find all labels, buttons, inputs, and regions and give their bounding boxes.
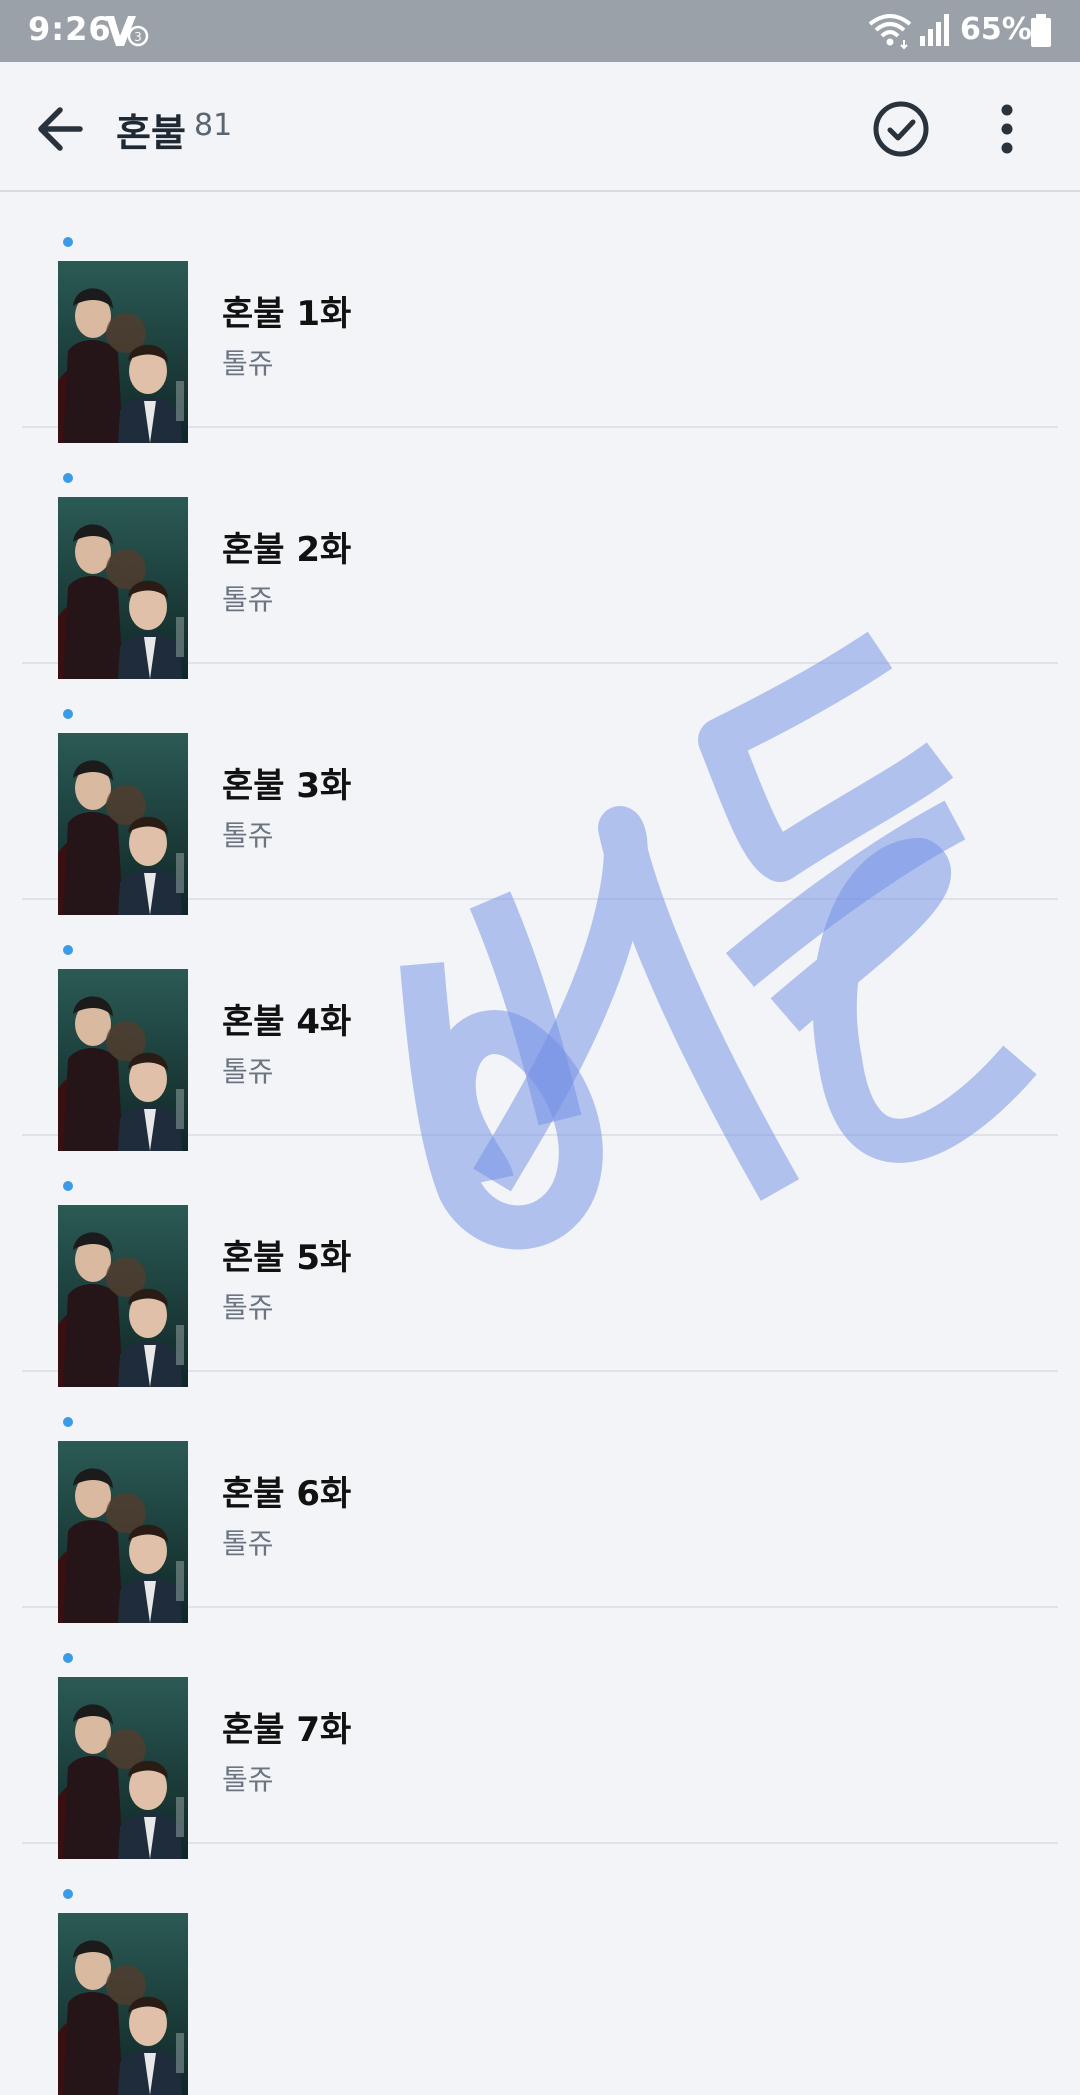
episode-thumbnail — [58, 969, 188, 1151]
episode-count: 81 — [194, 108, 233, 143]
episode-thumbnail — [58, 1913, 188, 2095]
episode-title: 혼불 6화 — [222, 1474, 352, 1514]
episode-title: 혼불 3화 — [222, 766, 352, 806]
new-indicator-dot — [63, 945, 73, 955]
signal-icon — [920, 14, 949, 46]
episode-author: 톨쥬 — [222, 1763, 274, 1796]
episode-thumbnail — [58, 261, 188, 443]
new-indicator-dot — [63, 1417, 73, 1427]
episode-title: 혼불 4화 — [222, 1002, 352, 1042]
episode-title: 혼불 2화 — [222, 530, 352, 570]
status-time: 9:26 — [28, 10, 112, 48]
episode-list-item[interactable]: 혼불 3화 톨쥬 — [22, 664, 1058, 915]
new-indicator-dot — [63, 1889, 73, 1899]
episode-thumbnail — [58, 1205, 188, 1387]
episode-author: 톨쥬 — [222, 1527, 274, 1560]
episode-author: 톨쥬 — [222, 347, 274, 380]
episode-title: 혼불 7화 — [222, 1710, 352, 1750]
back-arrow-icon[interactable] — [30, 98, 96, 160]
episode-list-item[interactable]: 혼불 7화 톨쥬 — [22, 1608, 1058, 1859]
episode-thumbnail — [58, 733, 188, 915]
episode-list-item[interactable]: 혼불 5화 톨쥬 — [22, 1136, 1058, 1387]
battery-icon — [1031, 14, 1051, 47]
app-notification-icon: 3 — [106, 16, 149, 47]
svg-text:3: 3 — [134, 30, 142, 44]
episode-list-item[interactable]: 혼불 2화 톨쥬 — [22, 428, 1058, 679]
check-circle-icon[interactable] — [872, 100, 930, 158]
new-indicator-dot — [63, 709, 73, 719]
episode-list-item[interactable]: 혼불 4화 톨쥬 — [22, 900, 1058, 1151]
page-title: 혼불 — [116, 111, 186, 155]
episode-list: 혼불 1화 톨쥬 혼불 2화 톨쥬 혼불 3화 톨쥬 혼불 4화 톨쥬 혼불 5… — [0, 192, 1080, 2095]
episode-list-item[interactable]: 혼불 6화 톨쥬 — [22, 1372, 1058, 1623]
more-vert-icon[interactable] — [982, 100, 1032, 158]
episode-thumbnail — [58, 1441, 188, 1623]
episode-author: 톨쥬 — [222, 583, 274, 616]
battery-percent: 65% — [960, 12, 1032, 47]
episode-author: 톨쥬 — [222, 819, 274, 852]
episode-author: 톨쥬 — [222, 1291, 274, 1324]
episode-author: 톨쥬 — [222, 1055, 274, 1088]
status-bar: 9:26 3 65% — [0, 0, 1080, 62]
new-indicator-dot — [63, 1653, 73, 1663]
episode-thumbnail — [58, 1677, 188, 1859]
episode-title: 혼불 1화 — [222, 294, 352, 334]
episode-list-item[interactable] — [22, 1844, 1058, 2095]
new-indicator-dot — [63, 1181, 73, 1191]
new-indicator-dot — [63, 473, 73, 483]
episode-title: 혼불 5화 — [222, 1238, 352, 1278]
app-bar: 혼불 81 — [0, 62, 1080, 192]
episode-list-item[interactable]: 혼불 1화 톨쥬 — [22, 192, 1058, 443]
new-indicator-dot — [63, 237, 73, 247]
wifi-icon — [868, 14, 912, 50]
episode-thumbnail — [58, 497, 188, 679]
